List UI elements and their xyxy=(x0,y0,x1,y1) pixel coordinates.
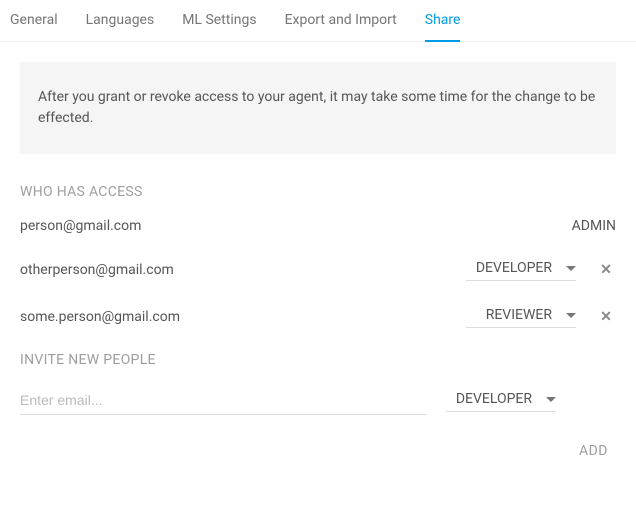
settings-tabs: General Languages ML Settings Export and… xyxy=(0,0,636,42)
access-role-admin: ADMIN xyxy=(572,218,616,234)
role-label: DEVELOPER xyxy=(476,260,566,276)
access-row: otherperson@gmail.com DEVELOPER ✕ xyxy=(20,258,616,281)
remove-access-button[interactable]: ✕ xyxy=(596,262,616,278)
tab-export-import[interactable]: Export and Import xyxy=(285,10,397,41)
access-row: some.person@gmail.com REVIEWER ✕ xyxy=(20,305,616,328)
add-row: ADD xyxy=(20,439,616,463)
access-row-owner: person@gmail.com ADMIN xyxy=(20,218,616,234)
access-email: person@gmail.com xyxy=(20,218,572,234)
chevron-down-icon xyxy=(566,313,576,318)
invite-email-input[interactable] xyxy=(20,386,426,415)
chevron-down-icon xyxy=(566,266,576,271)
tab-share[interactable]: Share xyxy=(425,10,461,42)
chevron-down-icon xyxy=(546,397,556,402)
invite-role-select[interactable]: DEVELOPER xyxy=(446,389,556,412)
invite-title: INVITE NEW PEOPLE xyxy=(20,352,616,368)
info-message: After you grant or revoke access to your… xyxy=(20,62,616,154)
share-panel: After you grant or revoke access to your… xyxy=(0,42,636,483)
invite-row: DEVELOPER xyxy=(20,386,616,415)
add-button[interactable]: ADD xyxy=(571,439,616,463)
access-email: otherperson@gmail.com xyxy=(20,262,466,278)
tab-general[interactable]: General xyxy=(10,10,58,41)
role-select[interactable]: DEVELOPER xyxy=(466,258,576,281)
tab-ml-settings[interactable]: ML Settings xyxy=(182,10,256,41)
tab-languages[interactable]: Languages xyxy=(86,10,155,41)
role-label: REVIEWER xyxy=(486,307,566,323)
access-email: some.person@gmail.com xyxy=(20,309,466,325)
role-label: DEVELOPER xyxy=(456,391,546,407)
remove-access-button[interactable]: ✕ xyxy=(596,309,616,325)
who-has-access-title: WHO HAS ACCESS xyxy=(20,184,616,200)
role-select[interactable]: REVIEWER xyxy=(466,305,576,328)
